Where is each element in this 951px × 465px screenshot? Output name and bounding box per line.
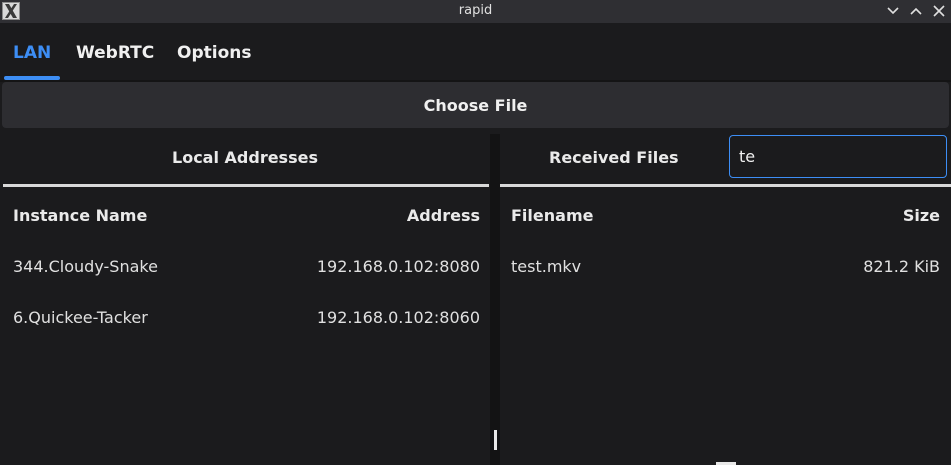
local-addresses-title: Local Addresses — [172, 148, 318, 167]
split-divider[interactable] — [490, 134, 500, 465]
local-addresses-rule — [3, 184, 489, 187]
received-files-title: Received Files — [549, 148, 679, 167]
instance-name: 6.Quickee-Tacker — [13, 308, 148, 327]
column-header-instance-name[interactable]: Instance Name — [13, 206, 147, 225]
maximize-button[interactable] — [906, 2, 926, 20]
file-size: 821.2 KiB — [863, 257, 940, 276]
tab-webrtc[interactable]: WebRTC — [76, 43, 154, 63]
received-files-panel: Received Files Filename Size test.mkv 82… — [500, 134, 951, 458]
instance-address: 192.168.0.102:8060 — [316, 308, 480, 327]
choose-file-button[interactable]: Choose File — [2, 82, 949, 128]
minimize-button[interactable] — [883, 2, 903, 20]
local-addresses-panel: Local Addresses Instance Name Address 34… — [0, 134, 490, 465]
window-titlebar: rapid — [0, 0, 951, 23]
tab-lan[interactable]: LAN — [13, 43, 51, 63]
column-header-size[interactable]: Size — [903, 206, 940, 225]
chevron-down-icon — [887, 7, 899, 15]
close-button[interactable] — [929, 2, 949, 20]
tab-bar: LAN WebRTC Options — [0, 23, 951, 80]
close-icon — [933, 5, 945, 17]
file-search-input[interactable] — [739, 147, 937, 166]
column-header-filename[interactable]: Filename — [511, 206, 593, 225]
column-header-address[interactable]: Address — [407, 206, 480, 225]
instance-address: 192.168.0.102:8080 — [316, 257, 480, 276]
chevron-up-icon — [910, 7, 922, 15]
window-title: rapid — [458, 3, 493, 18]
instance-name: 344.Cloudy-Snake — [13, 257, 158, 276]
tab-options[interactable]: Options — [177, 43, 251, 63]
file-search-field[interactable] — [729, 135, 947, 178]
choose-file-label: Choose File — [423, 95, 528, 115]
received-files-rule — [500, 184, 951, 187]
resize-handle[interactable] — [494, 430, 497, 450]
file-name: test.mkv — [511, 257, 582, 276]
